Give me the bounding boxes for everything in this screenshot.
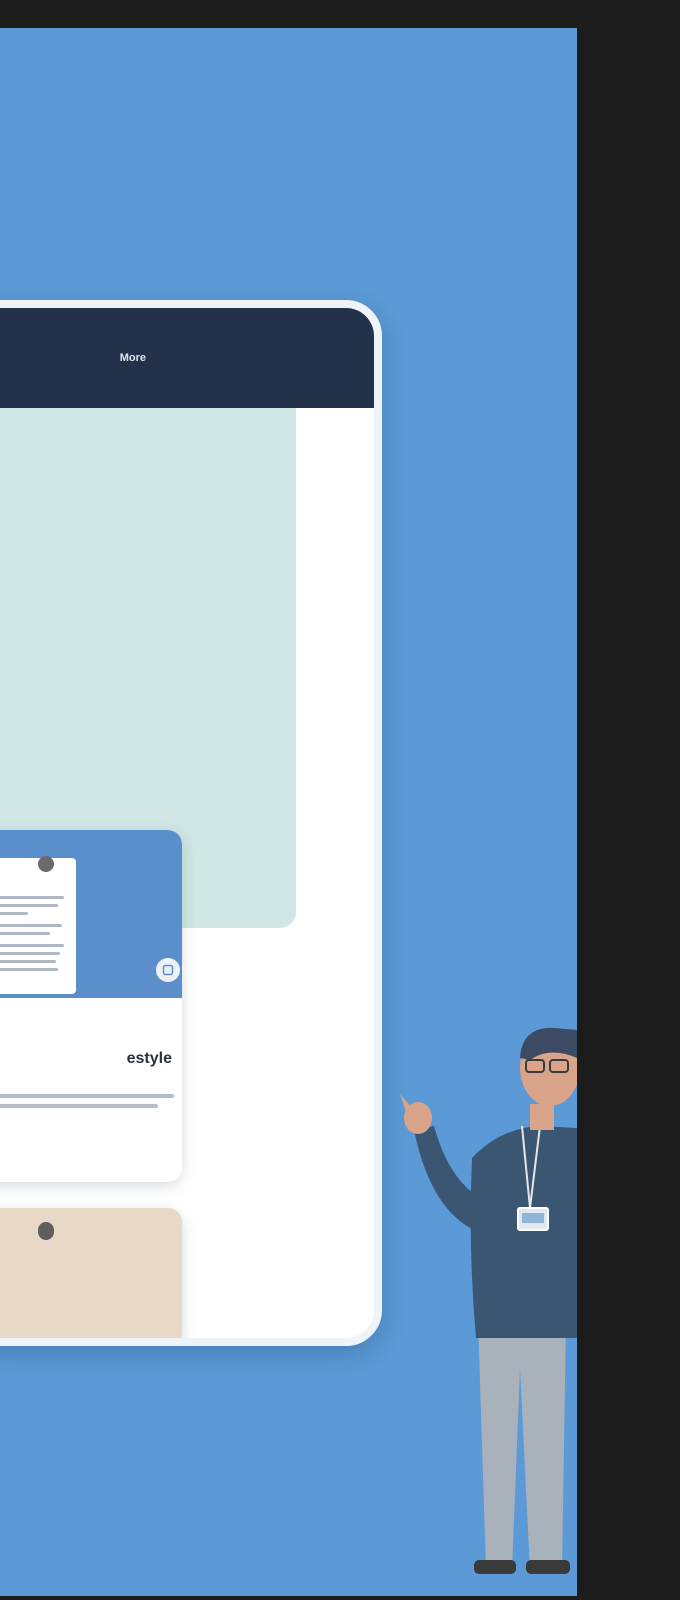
description-line (0, 1094, 174, 1098)
doc-line (0, 944, 64, 947)
presenter-figure (400, 1027, 577, 1574)
doc-line (0, 968, 58, 971)
article-card-secondary[interactable] (0, 1208, 182, 1338)
doc-line (0, 960, 56, 963)
doc-line (0, 912, 28, 915)
device-frame: More estyle (0, 300, 382, 1346)
doc-line (0, 924, 62, 927)
doc-line (0, 896, 64, 899)
nav-item-more[interactable]: More (120, 352, 146, 364)
doc-line (0, 904, 58, 907)
card-title[interactable]: estyle (0, 1050, 172, 1068)
save-icon[interactable] (156, 958, 180, 982)
doc-line (0, 952, 60, 955)
doc-line (0, 932, 50, 935)
article-card[interactable]: estyle (0, 830, 182, 1182)
document-preview (0, 858, 76, 994)
card-thumbnail (0, 830, 182, 998)
card-badge (38, 1222, 54, 1240)
card-description (0, 1090, 174, 1120)
description-line (0, 1104, 158, 1108)
card-badge (38, 856, 54, 872)
background-stage: More estyle (0, 28, 577, 1596)
site-header: More (0, 308, 374, 408)
